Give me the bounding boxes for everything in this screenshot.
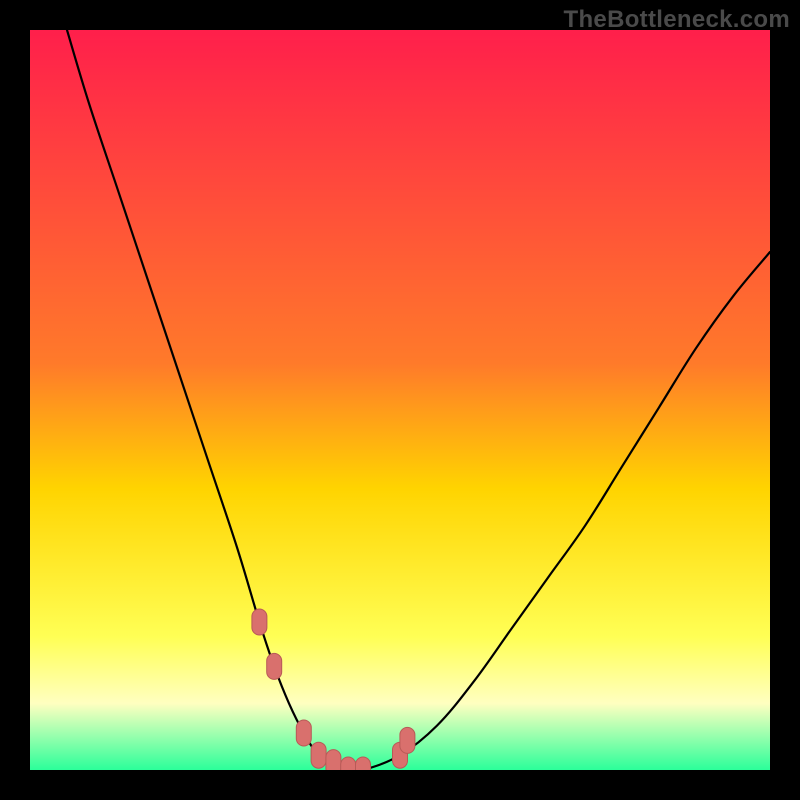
highlight-marker [400,727,415,753]
bottleneck-plot [30,30,770,770]
highlight-marker [356,757,371,770]
highlight-marker [311,742,326,768]
chart-stage: TheBottleneck.com [0,0,800,800]
highlight-marker [267,653,282,679]
highlight-marker [252,609,267,635]
highlight-marker [341,757,356,770]
highlight-marker [296,720,311,746]
gradient-background [30,30,770,770]
highlight-marker [326,750,341,770]
